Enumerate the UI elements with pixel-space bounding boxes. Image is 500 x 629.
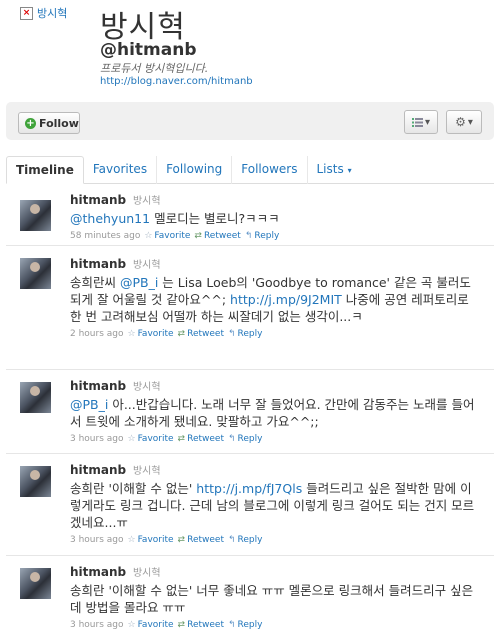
broken-image-icon: × — [20, 6, 33, 20]
chevron-down-icon: ▾ — [467, 116, 473, 128]
retweet-button[interactable]: ⇄ Retweet — [178, 431, 224, 447]
list-menu-button[interactable]: ▾ — [404, 110, 438, 134]
tweet-timestamp[interactable]: 3 hours ago — [70, 431, 124, 447]
url-link[interactable]: http://j.mp/9J2MIT — [230, 292, 342, 307]
reply-button[interactable]: ↰ Reply — [245, 228, 279, 244]
list-icon — [411, 117, 423, 127]
tweet-timestamp[interactable]: 58 minutes ago — [70, 228, 140, 244]
tweet-text: @PB_i 아...반갑습니다. 노래 너무 잘 들었어요. 간만에 감동주는 … — [70, 397, 475, 429]
settings-menu-button[interactable]: ⚙ ▾ — [446, 110, 482, 134]
tweet-username[interactable]: hitmanb — [70, 463, 126, 477]
tweet-avatar[interactable] — [20, 200, 51, 231]
tweet-avatar[interactable] — [20, 258, 51, 289]
tweet-avatar[interactable] — [20, 568, 51, 599]
tweet-item: hitmanb 방시혁 송희란 '이해할 수 없는' 너무 좋네요 ㅠㅠ 멜론으… — [6, 556, 494, 629]
retweet-icon: ⇄ — [177, 534, 186, 545]
star-icon: ☆ — [127, 328, 136, 339]
plus-icon: + — [25, 117, 36, 129]
star-icon: ☆ — [127, 619, 136, 629]
reply-button[interactable]: ↰ Reply — [228, 532, 262, 548]
tab-lists[interactable]: Lists ▾ — [308, 156, 361, 184]
star-icon: ☆ — [144, 230, 153, 241]
reply-icon: ↰ — [227, 433, 236, 444]
tweet-text: 송희란 '이해할 수 없는' http://j.mp/fJ7Qls 들려드리고 … — [70, 481, 475, 530]
star-icon: ☆ — [127, 433, 136, 444]
tweet-username[interactable]: hitmanb — [70, 193, 126, 207]
tweet-realname: 방시혁 — [132, 260, 161, 271]
tweet-timestamp[interactable]: 3 hours ago — [70, 617, 124, 629]
star-icon: ☆ — [127, 534, 136, 545]
tweet-avatar[interactable] — [20, 382, 51, 413]
reply-button[interactable]: ↰ Reply — [228, 431, 262, 447]
mention-link[interactable]: @PB_i — [70, 397, 108, 412]
tweet-realname: 방시혁 — [132, 466, 161, 477]
avatar-alt-text: 방시혁 — [37, 7, 68, 20]
favorite-button[interactable]: ☆ Favorite — [128, 431, 174, 447]
follow-button-label: Follow — [39, 116, 79, 130]
favorite-button[interactable]: ☆ Favorite — [144, 228, 190, 244]
favorite-button[interactable]: ☆ Favorite — [128, 326, 174, 342]
tab-timeline[interactable]: Timeline — [6, 156, 84, 184]
retweet-icon: ⇄ — [177, 619, 186, 629]
tweet-item: hitmanb 방시혁 @thehyun11 멜로디는 별로니?ㅋㅋㅋ 58 m… — [6, 188, 494, 246]
gear-icon: ⚙ — [455, 115, 466, 129]
retweet-button[interactable]: ⇄ Retweet — [178, 326, 224, 342]
tab-followers[interactable]: Followers — [232, 156, 308, 184]
tweet-text: @thehyun11 멜로디는 별로니?ㅋㅋㅋ — [70, 211, 280, 226]
tweet-realname: 방시혁 — [132, 196, 161, 207]
reply-icon: ↰ — [227, 328, 236, 339]
profile-action-bar: + Follow ▾ ⚙ ▾ — [6, 102, 494, 140]
retweet-icon: ⇄ — [177, 433, 186, 444]
reply-button[interactable]: ↰ Reply — [228, 326, 262, 342]
mention-link[interactable]: @PB_i — [120, 275, 158, 290]
favorite-button[interactable]: ☆ Favorite — [128, 617, 174, 629]
retweet-button[interactable]: ⇄ Retweet — [178, 617, 224, 629]
retweet-button[interactable]: ⇄ Retweet — [178, 532, 224, 548]
tweet-item: hitmanb 방시혁 송희란 '이해할 수 없는' http://j.mp/f… — [6, 454, 494, 556]
follow-button[interactable]: + Follow — [18, 112, 80, 134]
profile-url-link[interactable]: http://blog.naver.com/hitmanb — [100, 76, 253, 87]
profile-bio: 프로듀서 방시혁입니다. — [100, 62, 209, 75]
reply-icon: ↰ — [227, 534, 236, 545]
retweet-icon: ⇄ — [177, 328, 186, 339]
reply-icon: ↰ — [227, 619, 236, 629]
tweet-item: hitmanb 방시혁 @PB_i 아...반갑습니다. 노래 너무 잘 들었어… — [6, 370, 494, 454]
chevron-down-icon: ▾ — [424, 116, 431, 128]
tweet-item: hitmanb 방시혁 송희란씨 @PB_i 는 Lisa Loeb의 'Goo… — [6, 246, 494, 370]
profile-screen-name: @hitmanb — [100, 40, 197, 60]
profile-tabs: Timeline Favorites Following Followers L… — [6, 156, 494, 184]
tweet-realname: 방시혁 — [132, 568, 161, 579]
profile-header: × 방시혁 방시혁 @hitmanb 프로듀서 방시혁입니다. http://b… — [0, 0, 500, 100]
tab-following[interactable]: Following — [157, 156, 233, 184]
retweet-button[interactable]: ⇄ Retweet — [194, 228, 240, 244]
mention-link[interactable]: @thehyun11 — [70, 211, 150, 226]
tweet-username[interactable]: hitmanb — [70, 379, 126, 393]
tweet-text: 송희란씨 @PB_i 는 Lisa Loeb의 'Goodbye to roma… — [70, 275, 471, 324]
url-link[interactable]: http://j.mp/fJ7Qls — [196, 481, 302, 496]
tab-lists-label: Lists — [316, 162, 344, 176]
reply-button[interactable]: ↰ Reply — [228, 617, 262, 629]
tweet-text: 송희란 '이해할 수 없는' 너무 좋네요 ㅠㅠ 멜론으로 링크해서 들려드리구… — [70, 583, 474, 615]
chevron-down-icon: ▾ — [347, 166, 352, 175]
tweet-timestamp[interactable]: 3 hours ago — [70, 532, 124, 548]
tweet-username[interactable]: hitmanb — [70, 565, 126, 579]
tweet-username[interactable]: hitmanb — [70, 257, 126, 271]
tab-favorites[interactable]: Favorites — [84, 156, 158, 184]
tweet-avatar[interactable] — [20, 466, 51, 497]
tweet-timestamp[interactable]: 2 hours ago — [70, 326, 124, 342]
tweet-realname: 방시혁 — [132, 382, 161, 393]
profile-avatar[interactable]: × 방시혁 — [20, 5, 67, 21]
retweet-icon: ⇄ — [194, 230, 202, 241]
favorite-button[interactable]: ☆ Favorite — [128, 532, 174, 548]
reply-icon: ↰ — [244, 230, 253, 241]
